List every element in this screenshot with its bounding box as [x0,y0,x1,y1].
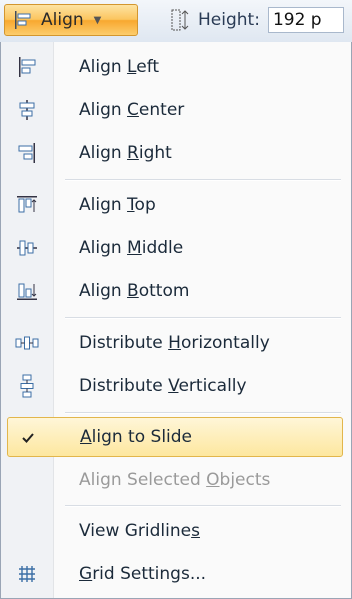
menu-item-align-to-slide[interactable]: Align to Slide [7,417,343,457]
menu-item-label: Distribute Horizontally [79,333,270,353]
menu-item-distribute-horizontally[interactable]: Distribute Horizontally [1,323,351,363]
distribute-horizontally-icon [15,331,39,355]
align-right-icon [15,141,39,165]
menu-item-label: Align Bottom [79,281,190,301]
menu-separator-highlight [65,318,341,319]
menu-item-align-selected-objects: Align Selected Objects [1,460,351,500]
menu-item-label: Align Left [79,57,160,77]
menu-item-align-right[interactable]: Align Right [1,133,351,173]
menu-item-label: View Gridlines [79,521,200,541]
align-menu: Align Left Align Center Align Right Alig… [0,42,352,599]
align-center-icon [15,98,39,122]
menu-item-label: Align to Slide [80,427,193,447]
menu-item-label: Align Selected Objects [79,470,271,490]
shape-height-icon [171,9,189,31]
menu-item-view-gridlines[interactable]: View Gridlines [1,511,351,551]
align-left-icon [15,55,39,79]
menu-separator-highlight [65,180,341,181]
ribbon: Align ▼ Height: 192 p [0,0,352,43]
align-button-label: Align [41,10,84,30]
chevron-down-icon: ▼ [93,14,102,26]
checkmark-icon [16,426,40,450]
menu-item-label: Align Top [79,195,156,215]
align-middle-icon [15,236,39,260]
height-input[interactable]: 192 p [267,7,344,33]
align-bottom-icon [15,279,39,303]
menu-item-align-top[interactable]: Align Top [1,185,351,225]
menu-item-label: Grid Settings... [79,564,207,584]
menu-item-align-middle[interactable]: Align Middle [1,228,351,268]
align-left-icon [15,11,31,29]
menu-item-label: Align Right [79,143,172,163]
menu-item-label: Align Center [79,100,185,120]
menu-item-align-center[interactable]: Align Center [1,90,351,130]
align-dropdown-button[interactable]: Align ▼ [4,4,138,36]
menu-item-label: Distribute Vertically [79,376,247,396]
menu-item-grid-settings[interactable]: Grid Settings... [1,554,351,594]
height-group: Height: 192 p [170,4,344,36]
align-top-icon [15,193,39,217]
menu-item-align-left[interactable]: Align Left [1,47,351,87]
menu-item-label: Align Middle [79,238,184,258]
height-label: Height: [198,10,260,30]
distribute-vertically-icon [15,374,39,398]
menu-item-align-bottom[interactable]: Align Bottom [1,271,351,311]
menu-separator-highlight [65,413,341,414]
grid-icon [15,562,39,586]
menu-item-distribute-vertically[interactable]: Distribute Vertically [1,366,351,406]
menu-separator-highlight [65,506,341,507]
